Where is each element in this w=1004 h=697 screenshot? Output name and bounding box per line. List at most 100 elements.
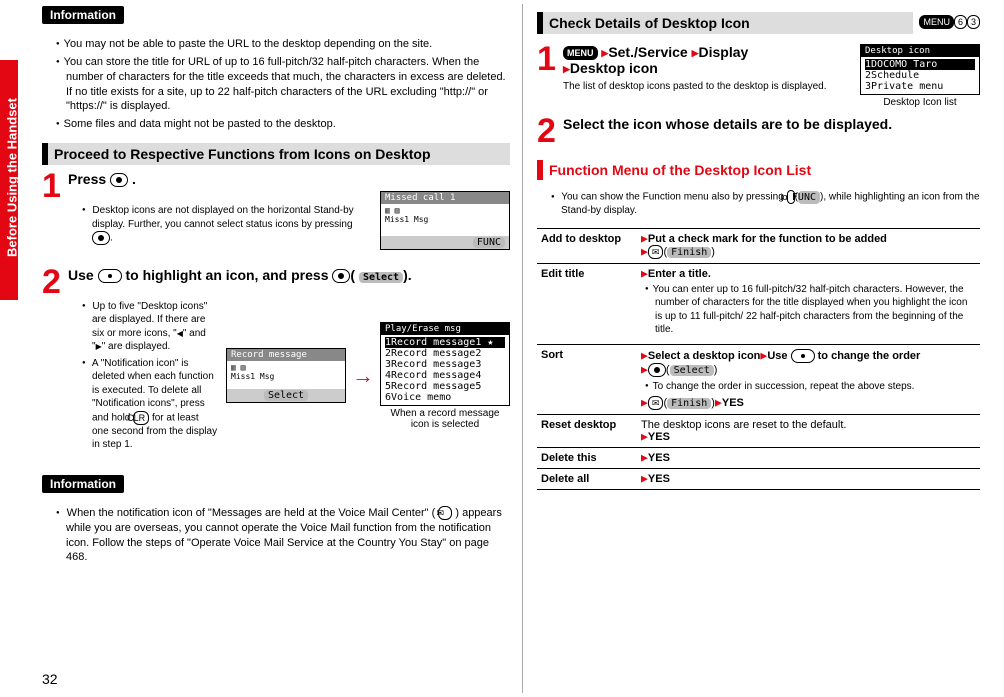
screen-title: Record message: [227, 349, 345, 361]
select-label: Select: [359, 272, 403, 283]
triangle-icon: ▶: [641, 268, 648, 278]
clr-key: CLR: [133, 411, 149, 425]
page-number: 32: [42, 671, 58, 687]
step-title: Use to highlight an icon, and press ( Se…: [68, 267, 510, 283]
right-column: Check Details of Desktop Icon MENU63 1 M…: [523, 4, 992, 693]
triangle-icon: ▶: [641, 453, 648, 463]
triangle-icon: ▶: [641, 364, 648, 374]
list-item: 5Record message5: [385, 381, 505, 392]
text: YES: [648, 473, 670, 485]
screen-caption: Desktop Icon list: [860, 97, 980, 108]
key-6: 6: [954, 15, 967, 29]
triangle-icon: ▶: [641, 350, 648, 360]
text: You can show the Function menu also by p…: [561, 192, 786, 203]
text: Use: [767, 350, 790, 362]
center-key-icon: [110, 173, 128, 187]
text: Desktop icon: [570, 60, 658, 76]
screen-a: Record message ▥ ▥Miss1 Msg Select: [226, 348, 346, 403]
row-desc: ▶YES: [637, 469, 980, 490]
list-item: 2Schedule: [865, 70, 975, 81]
screen-title: Desktop icon: [861, 45, 979, 57]
right-arrow-icon: ▶: [96, 342, 102, 351]
step2-bullets: Up to five "Desktop icons" are displayed…: [68, 297, 218, 455]
information-list-2: When the notification icon of "Messages …: [42, 506, 510, 565]
row-name: Reset desktop: [537, 415, 637, 448]
information-list-1: You may not be able to paste the URL to …: [42, 37, 510, 132]
center-key-icon: [332, 269, 350, 283]
triangle-icon: ▶: [641, 246, 648, 256]
list-item: 3Private menu: [865, 81, 975, 92]
bullet: Desktop icons are not displayed on the h…: [82, 204, 370, 245]
func-label: FUNC: [473, 237, 505, 248]
row-desc: ▶Select a desktop icon▶Use to change the…: [637, 344, 980, 415]
text: Select a desktop icon: [648, 350, 760, 362]
finish-label: Finish: [667, 247, 711, 258]
screen-b: Play/Erase msg 1Record message1 ★ 2Recor…: [380, 322, 510, 430]
triangle-icon: ▶: [563, 64, 570, 74]
row-desc: ▶Enter a title. You can enter up to 16 f…: [637, 263, 980, 344]
screen-title: Play/Erase msg: [381, 323, 509, 335]
section-heading-check: Check Details of Desktop Icon: [537, 12, 913, 34]
info-item: You may not be able to paste the URL to …: [56, 37, 510, 52]
function-menu-heading: Function Menu of the Desktop Icon List: [537, 160, 980, 180]
step-title: MENU ▶Set./Service ▶Display ▶Desktop ico…: [563, 44, 850, 76]
row-desc: ▶YES: [637, 448, 980, 469]
step-number: 1: [42, 171, 68, 258]
screen-caption: When a record message icon is selected: [380, 408, 510, 430]
text: .: [132, 171, 136, 187]
info-item: Some files and data might not be pasted …: [56, 117, 510, 132]
text: ).: [403, 267, 412, 283]
step-number: 1: [537, 44, 563, 108]
bullet: To change the order in succession, repea…: [645, 380, 976, 394]
table-row: Delete this ▶YES: [537, 448, 980, 469]
row-name: Sort: [537, 344, 637, 415]
text: Display: [699, 44, 749, 60]
text: YES: [648, 452, 670, 464]
left-column: Information You may not be able to paste…: [0, 4, 523, 693]
step-number: 2: [537, 116, 563, 146]
key-3: 3: [967, 15, 980, 29]
menu-chip: MENU: [919, 15, 954, 29]
text: Desktop icons are not displayed on the h…: [92, 205, 354, 230]
function-menu-table: Add to desktop ▶Put a check mark for the…: [537, 228, 980, 491]
step1-screen-mock: Missed call 1 ▥ ▥Miss1 Msg FUNC: [380, 191, 510, 258]
list-item: 4Record message4: [385, 370, 505, 381]
table-row: Sort ▶Select a desktop icon▶Use to chang…: [537, 344, 980, 415]
row-name: Add to desktop: [537, 228, 637, 263]
info-item: When the notification icon of "Messages …: [56, 506, 510, 565]
triangle-icon: ▶: [641, 398, 648, 408]
desktop-icon-screen: Desktop icon 1DOCOMO Taro 2Schedule 3Pri…: [860, 44, 980, 108]
text: The desktop icons are reset to the defau…: [641, 419, 846, 431]
row-name: Delete this: [537, 448, 637, 469]
section-heading-proceed: Proceed to Respective Functions from Ico…: [42, 143, 510, 165]
triangle-icon: ▶: [641, 233, 648, 243]
mail-key-icon: ✉: [648, 396, 664, 410]
text: YES: [648, 431, 670, 443]
center-key-icon: [648, 363, 666, 377]
step-2: 2 Use to highlight an icon, and press ( …: [42, 267, 510, 465]
triangle-icon: ▶: [641, 474, 648, 484]
text: Set./Service: [608, 44, 687, 60]
info-item: You can store the title for URL of up to…: [56, 55, 510, 114]
list-item: 1DOCOMO Taro: [865, 59, 975, 70]
bullet: Up to five "Desktop icons" are displayed…: [82, 300, 218, 354]
text: YES: [722, 397, 744, 409]
information-heading-1: Information: [42, 6, 124, 24]
row-name: Delete all: [537, 469, 637, 490]
step-title: Press .: [68, 171, 510, 187]
right-step-1: 1 MENU ▶Set./Service ▶Display ▶Desktop i…: [537, 44, 980, 108]
triangle-icon: ▶: [715, 398, 722, 408]
left-arrow-icon: ◀: [177, 329, 183, 338]
finish-label: Finish: [667, 398, 711, 409]
list-item: 3Record message3: [385, 359, 505, 370]
row-desc: ▶Put a check mark for the function to be…: [637, 228, 980, 263]
center-key-icon: [92, 231, 110, 245]
row-desc: The desktop icons are reset to the defau…: [637, 415, 980, 448]
list-item: 6Voice memo: [385, 392, 505, 403]
step1-bullets: Desktop icons are not displayed on the h…: [68, 201, 370, 248]
step-desc: The list of desktop icons pasted to the …: [563, 80, 850, 94]
nav-key-icon: [791, 349, 815, 363]
voicemail-icon: ✉: [438, 506, 452, 520]
func-intro: You can show the Function menu also by p…: [537, 190, 980, 218]
arrow-icon: →: [352, 363, 374, 389]
